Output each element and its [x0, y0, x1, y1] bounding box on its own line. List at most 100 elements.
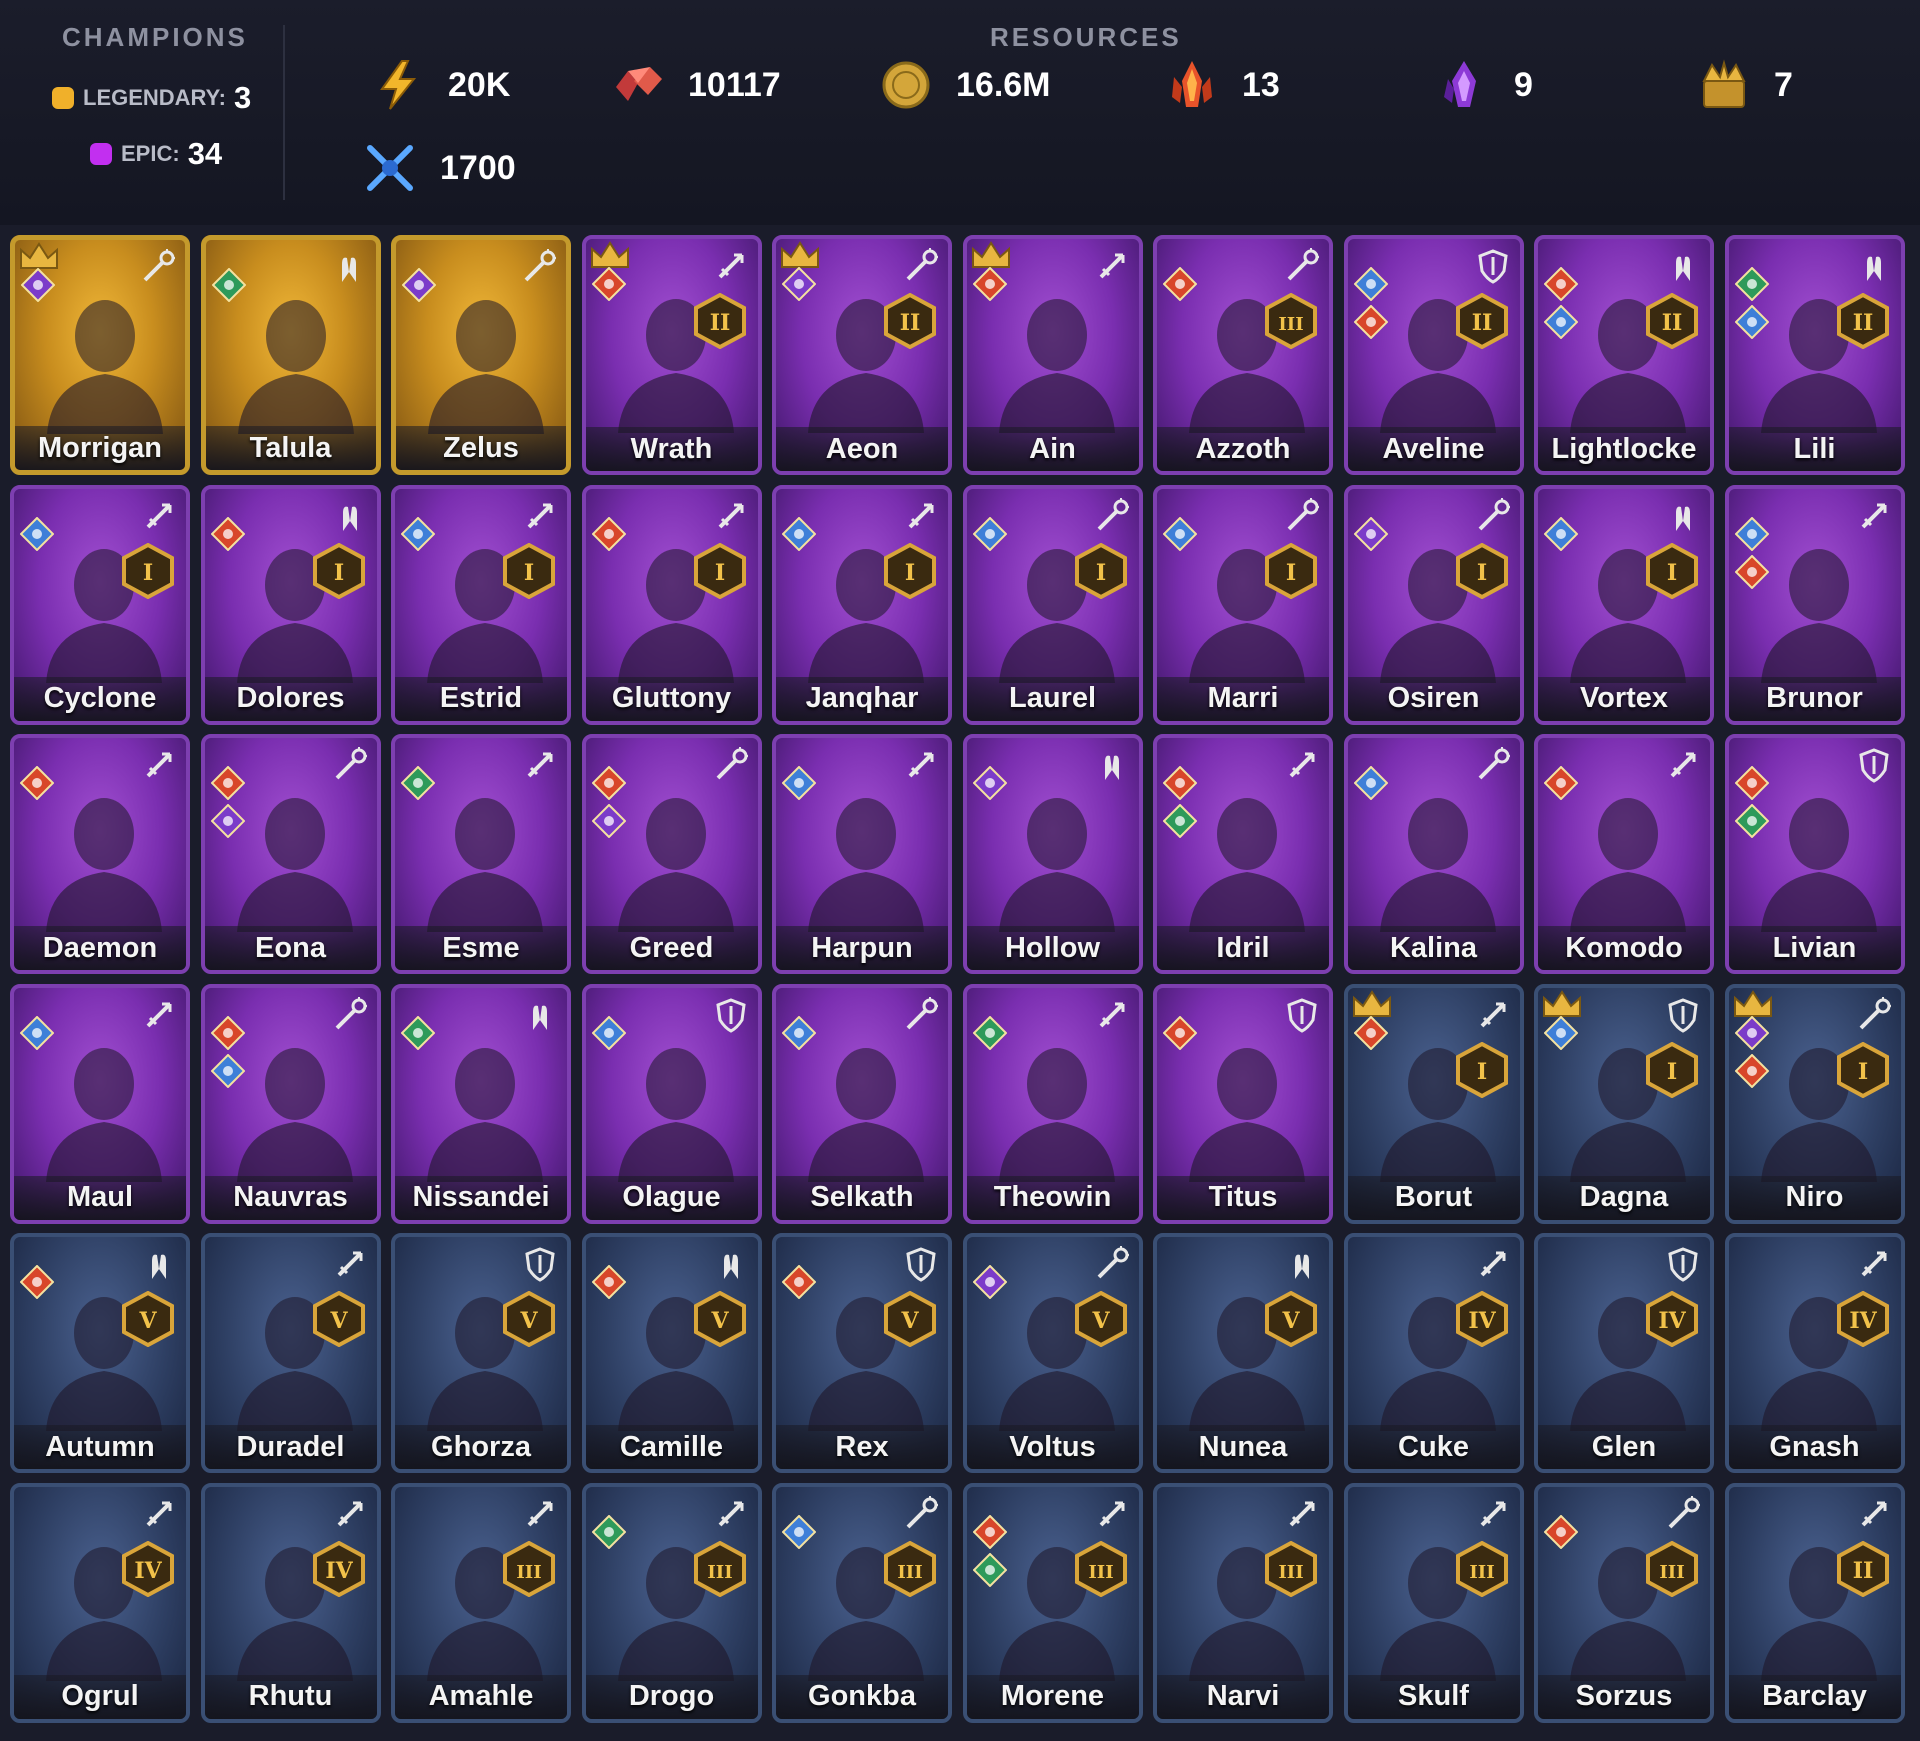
champion-name: Gonkba	[808, 1680, 916, 1712]
champion-card-nunea[interactable]: V Nunea	[1153, 1233, 1333, 1473]
force-affinity-icon	[782, 1265, 816, 1299]
magic-affinity-icon	[1544, 1015, 1578, 1050]
champion-card-theowin[interactable]: Theowin	[962, 983, 1143, 1224]
champion-card-vortex[interactable]: I Vortex	[1534, 484, 1714, 725]
champion-card-esme[interactable]: Esme	[391, 734, 571, 974]
champion-name: Morrigan	[37, 431, 163, 464]
champion-card-gnash[interactable]: IV Gnash	[1724, 1233, 1905, 1473]
champion-card-komodo[interactable]: Komodo	[1534, 734, 1714, 974]
champion-card-brunor[interactable]: Brunor	[1724, 484, 1905, 725]
champion-card-osiren[interactable]: I Osiren	[1343, 484, 1524, 725]
champion-card-ain[interactable]: Ain	[962, 235, 1143, 475]
champion-card-cuke[interactable]: IV Cuke	[1343, 1233, 1524, 1473]
champion-name: Lili	[1793, 432, 1836, 465]
crown-icon	[1352, 989, 1391, 1017]
force-affinity-icon	[1163, 766, 1197, 800]
champion-card-janqhar[interactable]: I Janqhar	[772, 484, 952, 725]
champion-card-voltus[interactable]: V Voltus	[962, 1233, 1143, 1473]
champion-card-marri[interactable]: I Marri	[1153, 484, 1333, 725]
champion-card-autumn[interactable]: V Autumn	[10, 1233, 190, 1473]
champion-card-laurel[interactable]: I Laurel	[962, 484, 1143, 725]
champion-card-azzoth[interactable]: III Azzoth	[1153, 235, 1333, 475]
champion-card-zelus[interactable]: Zelus	[391, 235, 571, 475]
crown-icon	[1543, 989, 1581, 1017]
tier-label: II	[900, 310, 921, 336]
champion-card-maul[interactable]: Maul	[10, 983, 190, 1224]
champion-card-morene[interactable]: III Morene	[962, 1482, 1143, 1723]
champion-card-livian[interactable]: Livian	[1724, 734, 1905, 974]
champion-card-aeon[interactable]: II Aeon	[772, 235, 952, 475]
champion-card-lili[interactable]: II Lili	[1724, 235, 1905, 475]
tier-label: IV	[1849, 1308, 1877, 1334]
champion-card-harpun[interactable]: Harpun	[772, 734, 952, 974]
champion-card-nauvras[interactable]: Nauvras	[200, 983, 381, 1224]
champion-card-idril[interactable]: Idril	[1153, 734, 1333, 974]
champion-name: Nissandei	[412, 1181, 550, 1213]
champion-card-nissandei[interactable]: Nissandei	[391, 983, 571, 1224]
champion-card-hollow[interactable]: Hollow	[962, 734, 1143, 974]
tier-label: III	[1278, 314, 1303, 335]
flame-shards-value: 13	[1242, 65, 1280, 104]
champion-card-amahle[interactable]: III Amahle	[391, 1482, 571, 1723]
tier-badge-icon: III	[884, 1540, 936, 1597]
champion-card-wrath[interactable]: II Wrath	[581, 235, 762, 475]
champion-name: Barclay	[1762, 1680, 1867, 1712]
champion-card-rhutu[interactable]: IV Rhutu	[200, 1482, 381, 1723]
champion-card-barclay[interactable]: II Barclay	[1724, 1482, 1905, 1723]
champion-card-daemon[interactable]: Daemon	[10, 734, 190, 974]
resource-void-shards: 9	[1436, 55, 1533, 115]
champion-card-eona[interactable]: Eona	[200, 734, 381, 974]
champion-card-greed[interactable]: Greed	[581, 734, 762, 974]
champion-name-bar: Morene	[966, 1674, 1139, 1719]
tier-badge-icon: III	[1455, 1540, 1508, 1597]
champion-card-dagna[interactable]: I Dagna	[1534, 983, 1714, 1224]
champion-card-niro[interactable]: I Niro	[1724, 983, 1905, 1224]
champion-card-skulf[interactable]: III Skulf	[1343, 1482, 1524, 1723]
hp-role-icon	[341, 257, 356, 282]
champion-card-gluttony[interactable]: I Gluttony	[581, 484, 762, 725]
support-role-icon	[906, 248, 938, 281]
champion-card-olague[interactable]: Olague	[581, 983, 762, 1224]
champion-card-cyclone[interactable]: I Cyclone	[10, 484, 190, 725]
champion-card-sorzus[interactable]: III Sorzus	[1534, 1482, 1714, 1723]
support-role-icon	[1097, 1246, 1129, 1279]
defense-role-icon	[1668, 1247, 1698, 1282]
champion-name-bar: Gluttony	[585, 676, 758, 721]
champion-portrait	[1189, 798, 1305, 932]
champion-card-lightlocke[interactable]: II Lightlocke	[1534, 235, 1714, 475]
champion-card-morrigan[interactable]: Morrigan	[10, 235, 190, 475]
champion-name: Kalina	[1389, 931, 1478, 964]
epic-count-row: EPIC: 34	[90, 136, 222, 172]
champion-card-glen[interactable]: IV Glen	[1534, 1233, 1714, 1473]
champion-card-duradel[interactable]: V Duradel	[200, 1233, 381, 1473]
champion-name-bar: Skulf	[1347, 1674, 1520, 1719]
champion-card-rex[interactable]: V Rex	[772, 1233, 952, 1473]
champion-card-ghorza[interactable]: V Ghorza	[391, 1233, 571, 1473]
champion-card-ogrul[interactable]: IV Ogrul	[10, 1482, 190, 1723]
champion-card-gonkba[interactable]: III Gonkba	[772, 1482, 952, 1723]
tier-label: V	[329, 1308, 348, 1334]
champion-card-camille[interactable]: V Camille	[581, 1233, 762, 1473]
magic-affinity-icon	[401, 516, 435, 551]
support-role-icon	[1287, 248, 1319, 281]
champion-card-kalina[interactable]: Kalina	[1343, 734, 1524, 974]
champion-card-talula[interactable]: Talula	[200, 235, 381, 475]
champion-name-bar: Hollow	[966, 926, 1139, 970]
champion-card-selkath[interactable]: Selkath	[772, 983, 952, 1224]
champion-card-aveline[interactable]: II Aveline	[1343, 235, 1524, 475]
defense-role-icon	[1858, 748, 1889, 783]
champion-name-bar: Cuke	[1347, 1425, 1520, 1469]
champion-card-drogo[interactable]: III Drogo	[581, 1482, 762, 1723]
champion-card-narvi[interactable]: III Narvi	[1153, 1482, 1333, 1723]
champion-name-bar: Ain	[966, 427, 1139, 471]
magic-affinity-icon	[1163, 516, 1197, 551]
tier-badge-icon: IV	[312, 1540, 365, 1597]
champion-card-dolores[interactable]: I Dolores	[200, 484, 381, 725]
hp-role-icon	[342, 506, 357, 531]
champion-card-borut[interactable]: I Borut	[1343, 983, 1524, 1224]
tier-badge-icon: II	[884, 293, 936, 349]
resource-gold-chest: 7	[1696, 55, 1793, 115]
champion-card-titus[interactable]: Titus	[1153, 983, 1333, 1224]
champion-card-estrid[interactable]: I Estrid	[391, 484, 571, 725]
tier-badge-icon: IV	[122, 1540, 174, 1597]
